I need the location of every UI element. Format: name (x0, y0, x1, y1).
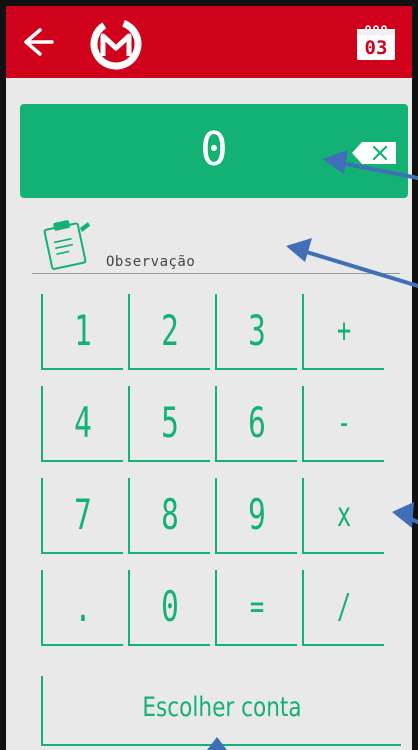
choose-account-button[interactable]: Escolher conta (41, 676, 401, 746)
key-3[interactable]: 3 (215, 294, 297, 370)
key-label: 1 (74, 306, 92, 355)
key-label: 2 (161, 306, 179, 355)
key-label: = (249, 587, 265, 627)
key-4[interactable]: 4 (41, 386, 123, 462)
key-plus[interactable]: + (302, 294, 384, 370)
key-multiply[interactable]: x (302, 478, 384, 554)
key-1[interactable]: 1 (41, 294, 123, 370)
key-label: 3 (248, 306, 266, 355)
key-divide[interactable]: / (302, 570, 384, 646)
backspace-icon[interactable] (350, 140, 398, 166)
key-label: 6 (248, 398, 266, 447)
clipboard-icon (43, 220, 90, 270)
key-label: 7 (74, 490, 92, 539)
key-0[interactable]: 0 (128, 570, 210, 646)
choose-account-label: Escolher conta (142, 692, 302, 723)
key-6[interactable]: 6 (215, 386, 297, 462)
key-label: + (336, 311, 352, 351)
app-screen: 03 0 Observação 1 2 3 + 4 5 6 - 7 8 9 x … (6, 6, 412, 750)
app-logo-icon (90, 18, 142, 70)
key-label: 9 (248, 490, 266, 539)
key-label: 0 (161, 582, 179, 631)
observation-field-underline[interactable] (32, 273, 400, 274)
key-label: / (336, 587, 352, 627)
calculator-display: 0 (20, 104, 408, 198)
key-label: 4 (74, 398, 92, 447)
key-label: 5 (161, 398, 179, 447)
key-7[interactable]: 7 (41, 478, 123, 554)
calendar-day: 03 (364, 37, 388, 59)
key-label: - (336, 403, 352, 443)
key-label: . (74, 582, 92, 631)
key-minus[interactable]: - (302, 386, 384, 462)
key-label: 8 (161, 490, 179, 539)
key-equals[interactable]: = (215, 570, 297, 646)
calendar-icon[interactable]: 03 (356, 23, 396, 61)
key-8[interactable]: 8 (128, 478, 210, 554)
key-5[interactable]: 5 (128, 386, 210, 462)
observation-placeholder[interactable]: Observação (106, 254, 195, 270)
key-2[interactable]: 2 (128, 294, 210, 370)
arrow-left-icon[interactable] (16, 24, 56, 60)
key-label: x (336, 495, 352, 535)
top-bar: 03 (6, 6, 412, 78)
key-9[interactable]: 9 (215, 478, 297, 554)
key-decimal[interactable]: . (41, 570, 123, 646)
